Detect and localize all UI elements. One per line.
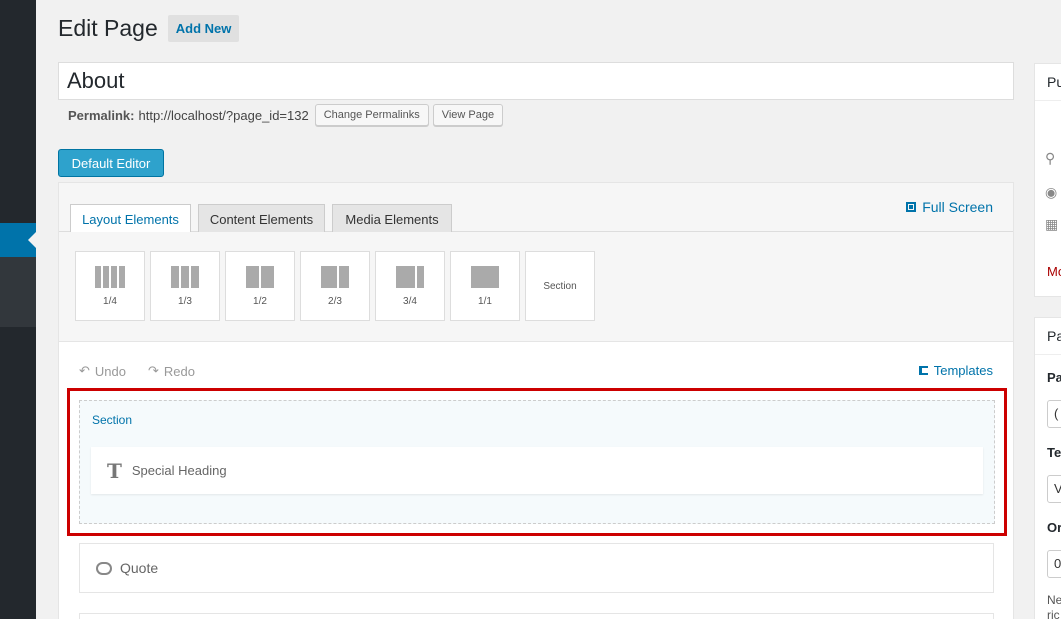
undo-label: Undo [94,363,126,379]
admin-sidebar [0,0,36,619]
templates-icon [918,366,928,375]
builder-tabs-bar: Layout Elements Content Elements Media E… [59,183,1013,234]
eye-icon: ◉ [1045,184,1058,200]
layout-tile-label: 1/2 [253,295,267,307]
tab-media-elements[interactable]: Media Elements [332,204,452,233]
layout-tile-label: Section [543,280,577,292]
expand-icon [906,202,917,212]
columns-3-4-icon [396,265,424,288]
calendar-icon: ▦ [1045,216,1059,232]
columns-2-3-icon [321,265,349,288]
element-label: Quote [120,560,159,576]
layout-tile-3-4[interactable]: 3/4 [375,251,445,321]
permalink-row: Permalink: http://localhost/?page_id=132… [68,104,504,126]
layout-tile-label: 1/3 [178,295,192,307]
layout-tile-section[interactable]: Section [525,251,595,321]
quote-element[interactable]: Quote [79,543,994,593]
post-title-input[interactable] [58,62,1014,100]
undo-arrow-icon: ↶ [79,363,90,378]
layout-tile-label: 1/4 [103,295,117,307]
page-attributes-box: Pa Pa ( Te V Or 0 Ne ric [1034,317,1061,619]
page-attributes-divider [1035,354,1061,355]
layout-tile-1-4[interactable]: 1/4 [75,251,145,321]
layout-tile-label: 1/1 [478,295,492,307]
order-label: Or [1047,520,1061,535]
layout-tile-2-3[interactable]: 2/3 [300,251,370,321]
help-text-line-1: Ne [1047,593,1061,607]
columns-1-4-icon [95,265,125,288]
help-text-line-2: ric [1047,608,1060,619]
templates-label: Templates [933,363,993,378]
layout-elements-panel: 1/4 1/3 1/2 2/3 3/4 1/1 Section [59,232,1013,342]
pin-icon: ⚲ [1045,150,1056,166]
next-element[interactable] [79,613,994,619]
template-label: Te [1047,445,1061,460]
tab-layout-elements[interactable]: Layout Elements [70,204,191,234]
full-screen-link[interactable]: Full Screen [906,199,993,215]
columns-1-2-icon [246,265,274,288]
full-screen-label: Full Screen [922,199,993,215]
highlight-frame [67,388,1007,536]
redo-label: Redo [163,363,195,379]
page-attributes-title: Pa [1047,328,1061,344]
view-page-button[interactable]: View Page [432,104,504,126]
page-title: Edit Page [58,15,158,41]
sidebar-submenu[interactable] [0,257,36,327]
history-controls: ↶ Undo ↷ Redo [79,363,195,379]
undo-button[interactable]: ↶ Undo [79,363,126,379]
change-permalinks-button[interactable]: Change Permalinks [314,104,429,126]
layout-tile-label: 3/4 [403,295,417,307]
speech-bubble-icon [96,561,112,575]
redo-button[interactable]: ↷ Redo [148,363,195,379]
layout-tile-label: 2/3 [328,295,342,307]
layout-tile-1-2[interactable]: 1/2 [225,251,295,321]
publish-box-title: Pu [1047,74,1061,90]
template-select[interactable]: V [1047,475,1061,503]
redo-arrow-icon: ↷ [147,363,159,378]
publish-box-divider [1035,100,1061,101]
permalink-url[interactable]: http://localhost/?page_id=132 [138,108,308,123]
publish-box: Pu ⚲ ◉ ▦ Mo [1034,63,1061,297]
tab-content-elements[interactable]: Content Elements [198,204,325,233]
permalink-label: Permalink: [68,107,135,123]
layout-tile-1-1[interactable]: 1/1 [450,251,520,321]
default-editor-button[interactable]: Default Editor [58,149,164,177]
parent-label: Pa [1047,370,1061,385]
templates-link[interactable]: Templates [918,363,993,378]
page-builder: Layout Elements Content Elements Media E… [58,182,1014,619]
page-heading: Edit Page Add New [58,15,240,42]
add-new-button[interactable]: Add New [167,15,240,42]
parent-select[interactable]: ( [1047,400,1061,428]
sidebar-item-pages-active[interactable] [0,223,36,257]
layout-tile-1-3[interactable]: 1/3 [150,251,220,321]
columns-1-3-icon [171,265,199,288]
columns-1-1-icon [471,265,499,288]
move-to-trash-link[interactable]: Mo [1047,264,1061,279]
order-input[interactable]: 0 [1047,550,1061,578]
